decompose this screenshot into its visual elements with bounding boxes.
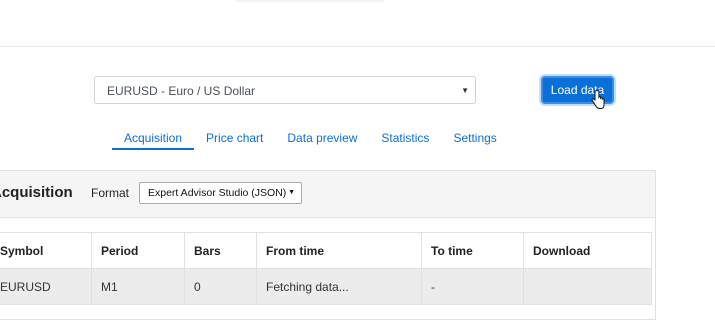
cell-period: M1 — [91, 268, 185, 305]
cell-symbol: EURUSD — [0, 268, 92, 305]
dropdown-arrow-icon: ▼ — [461, 86, 469, 95]
format-select-value: Expert Advisor Studio (JSON) — [148, 187, 287, 199]
top-bar-faint-element — [235, 0, 385, 2]
cell-from-time: Fetching data... — [256, 268, 422, 305]
format-label: Format — [91, 186, 130, 200]
cell-to-time: - — [421, 268, 524, 305]
tab-price-chart[interactable]: Price chart — [194, 128, 275, 150]
panel-header: Acquisition Format Expert Advisor Studio… — [0, 171, 655, 218]
panel-title: Acquisition — [0, 184, 73, 201]
column-header-to-time: To time — [421, 232, 524, 269]
column-header-symbol: Symbol — [0, 232, 92, 269]
symbol-select[interactable]: EURUSD - Euro / US Dollar ▼ — [94, 76, 476, 104]
tab-bar: Acquisition Price chart Data preview Sta… — [112, 128, 509, 150]
cell-download — [523, 268, 652, 305]
format-select[interactable]: Expert Advisor Studio (JSON) ▼ — [139, 182, 302, 204]
symbol-select-value: EURUSD - Euro / US Dollar — [107, 84, 256, 98]
top-bar — [0, 0, 715, 47]
dropdown-arrow-icon: ▼ — [288, 189, 295, 196]
table-row: EURUSD M1 0 Fetching data... - — [0, 268, 652, 305]
tab-data-preview[interactable]: Data preview — [275, 128, 369, 150]
column-header-bars: Bars — [184, 232, 257, 269]
tab-settings[interactable]: Settings — [441, 128, 508, 150]
cell-bars: 0 — [184, 268, 257, 305]
tab-acquisition[interactable]: Acquisition — [112, 128, 195, 150]
tab-statistics[interactable]: Statistics — [369, 128, 441, 150]
column-header-period: Period — [91, 232, 185, 269]
acquisition-table: Symbol Period Bars From time To time Dow… — [0, 232, 652, 305]
table-header-row: Symbol Period Bars From time To time Dow… — [0, 232, 652, 269]
hand-pointer-cursor-icon — [591, 90, 605, 109]
column-header-download: Download — [523, 232, 652, 269]
column-header-from-time: From time — [256, 232, 422, 269]
